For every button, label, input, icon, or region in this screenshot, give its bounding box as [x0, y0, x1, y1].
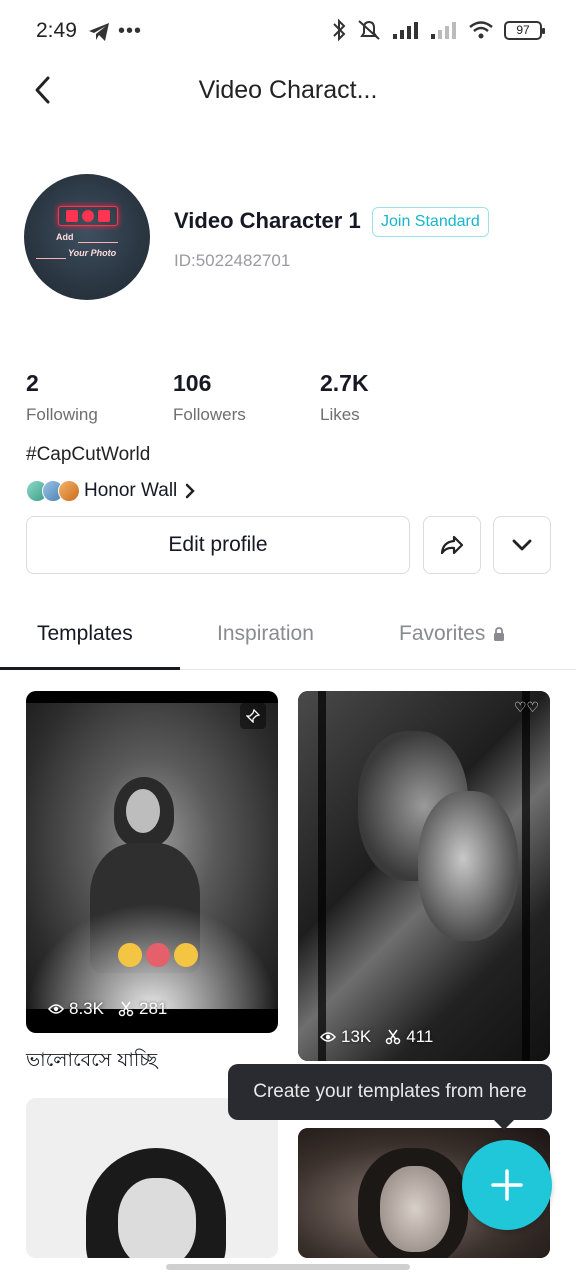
stat-likes[interactable]: 2.7K Likes — [320, 370, 369, 425]
template-caption[interactable]: ভালোবেসে যাচ্ছি — [26, 1046, 157, 1078]
view-count: 8.3K — [69, 999, 104, 1018]
avatar-text-add: Add — [56, 232, 74, 242]
honor-wall-label: Honor Wall — [84, 480, 178, 501]
stat-value: 106 — [173, 370, 212, 396]
scissors-icon — [386, 1029, 401, 1045]
tab-inspiration[interactable]: Inspiration — [217, 622, 314, 646]
tab-favorites[interactable]: Favorites — [399, 622, 505, 646]
bio-hashtag[interactable]: #CapCutWorld — [26, 444, 150, 466]
telegram-icon — [89, 22, 109, 41]
status-left-icons: ••• — [88, 20, 142, 43]
page-title: Video Charact... — [198, 76, 378, 104]
stat-value: 2.7K — [320, 370, 369, 396]
tab-templates[interactable]: Templates — [37, 622, 133, 646]
eye-icon — [320, 1032, 336, 1042]
tab-active-indicator — [0, 667, 180, 670]
wifi-icon — [469, 21, 493, 39]
share-button[interactable] — [423, 516, 481, 574]
template-thumbnail — [26, 1098, 278, 1258]
more-notifications-icon: ••• — [118, 20, 143, 42]
status-bar: 2:49 ••• 97 — [0, 0, 576, 62]
heart-decoration-icon: ♡♡ — [514, 699, 540, 715]
template-thumbnail — [26, 703, 278, 1009]
honor-wall-link[interactable]: Honor Wall — [26, 478, 196, 504]
status-right-icons: 97 — [332, 18, 545, 42]
eye-icon — [48, 1004, 64, 1014]
bluetooth-icon — [333, 18, 346, 42]
template-card[interactable]: ♡♡ 13K 411 — [298, 691, 550, 1061]
tab-favorites-label: Favorites — [399, 622, 486, 645]
edit-profile-button[interactable]: Edit profile — [26, 516, 410, 574]
stat-following[interactable]: 2 Following — [26, 370, 98, 425]
stat-label: Following — [26, 405, 98, 424]
scissors-icon — [118, 1001, 134, 1017]
create-template-button[interactable] — [462, 1140, 552, 1230]
battery-indicator: 97 — [504, 20, 545, 40]
template-thumbnail — [298, 691, 550, 1061]
avatar-reaction-box — [58, 206, 118, 226]
chevron-right-icon — [186, 483, 196, 499]
create-template-tooltip: Create your templates from here — [228, 1064, 552, 1130]
view-count: 13K — [341, 1027, 372, 1046]
avatar-text-photo: Your Photo — [68, 248, 117, 258]
pinned-icon — [240, 703, 266, 729]
profile-tabs: Templates Inspiration Favorites — [0, 600, 576, 670]
template-card[interactable]: 8.3K 281 — [26, 691, 278, 1033]
honor-badges — [26, 480, 80, 502]
home-indicator — [166, 1264, 410, 1270]
display-name: Video Character 1 — [174, 208, 361, 233]
use-count: 411 — [406, 1027, 434, 1046]
join-standard-badge[interactable]: Join Standard — [372, 207, 489, 237]
badge-icon — [58, 480, 80, 502]
stat-value: 2 — [26, 370, 39, 396]
template-stats: 8.3K 281 — [48, 999, 167, 1019]
chevron-down-icon — [512, 539, 532, 551]
avatar[interactable]: Add Your Photo — [24, 174, 150, 300]
plus-icon — [491, 1169, 523, 1201]
stat-label: Followers — [173, 405, 246, 424]
share-icon — [440, 535, 464, 555]
stat-label: Likes — [320, 405, 360, 424]
template-stats: 13K 411 — [320, 1027, 433, 1047]
stat-followers[interactable]: 106 Followers — [173, 370, 246, 425]
user-id: ID:5022482701 — [174, 251, 291, 270]
signal-weak-icon — [431, 22, 456, 39]
lock-icon — [494, 627, 505, 641]
template-card[interactable] — [26, 1098, 278, 1258]
top-nav: Video Charact... — [0, 62, 576, 118]
more-options-button[interactable] — [493, 516, 551, 574]
muted-bell-icon — [358, 20, 380, 40]
use-count: 281 — [138, 999, 168, 1018]
status-time: 2:49 — [36, 19, 77, 42]
signal-icon — [393, 22, 418, 39]
